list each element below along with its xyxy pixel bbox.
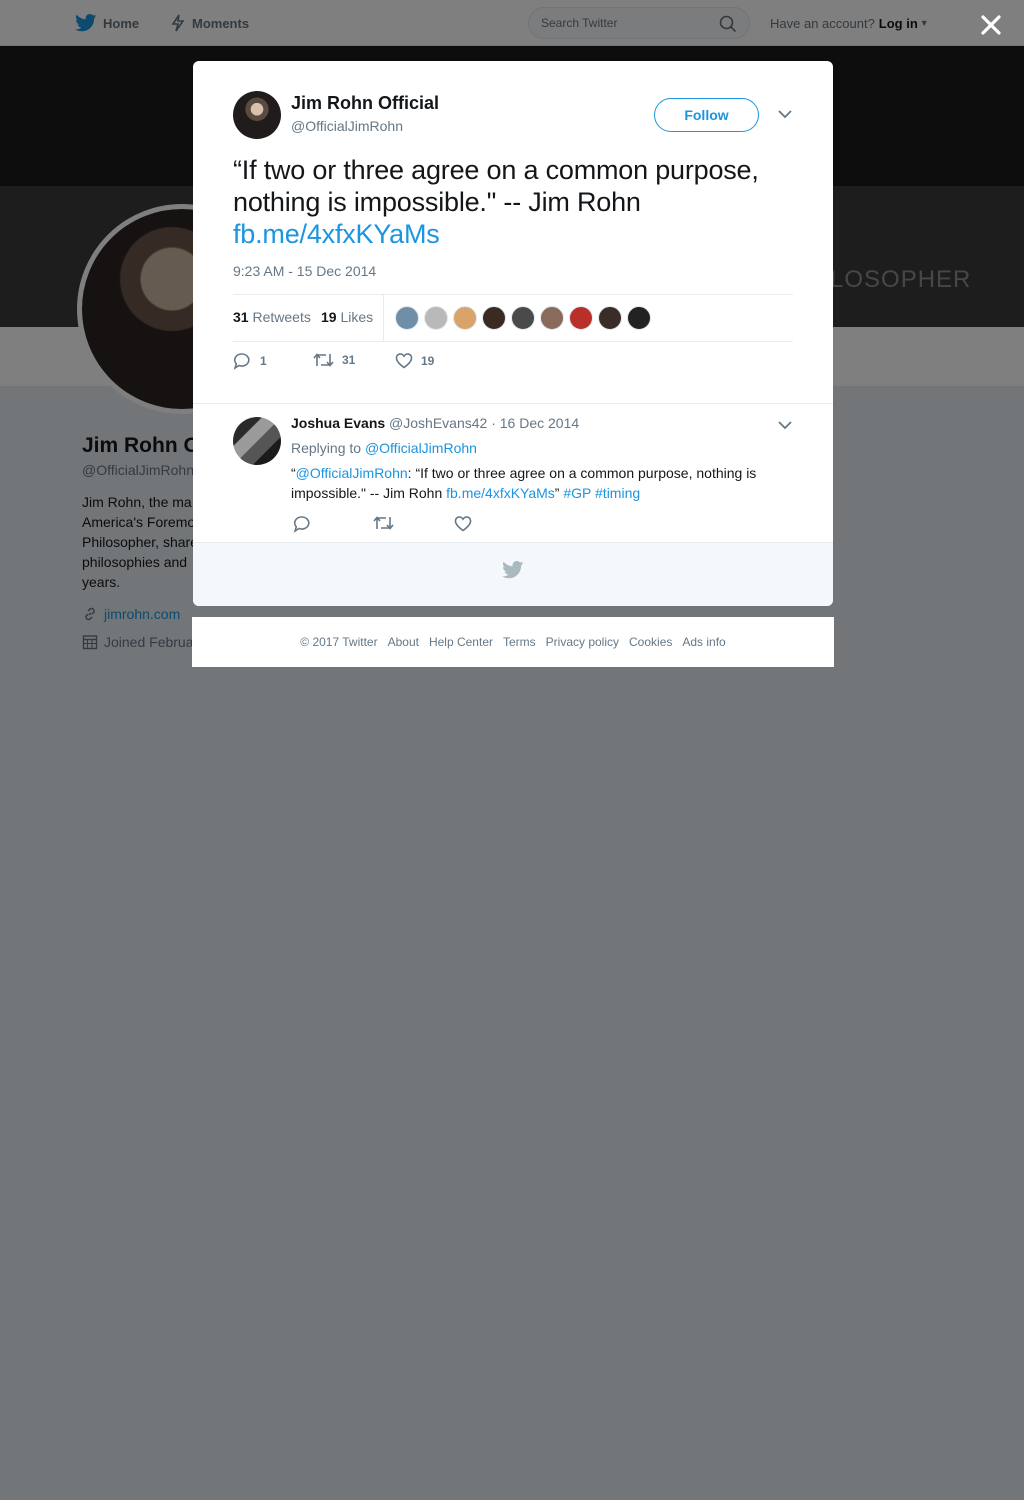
like-count: 19 [321, 309, 337, 325]
reply-action[interactable]: 1 [233, 352, 267, 370]
hashtag-gp[interactable]: #GP [563, 485, 591, 501]
reply-author-handle[interactable]: @JoshEvans42 [389, 415, 487, 431]
footer-link-cookies[interactable]: Cookies [629, 635, 672, 649]
reply-author-avatar[interactable] [233, 417, 281, 465]
footer-link-about[interactable]: About [388, 635, 419, 649]
footer-link-privacy[interactable]: Privacy policy [546, 635, 619, 649]
liker-avatar[interactable] [627, 306, 651, 330]
chevron-down-icon[interactable] [778, 420, 792, 430]
tweet-timestamp[interactable]: 9:23 AM - 15 Dec 2014 [233, 263, 376, 279]
like-label: Likes [340, 309, 374, 325]
reply-text: “@OfficialJimRohn: “If two or three agre… [291, 463, 781, 503]
liker-avatar[interactable] [395, 306, 419, 330]
tweet-link[interactable]: fb.me/4xfxKYaMs [233, 219, 440, 249]
retweet-label: Retweets [252, 309, 311, 325]
heart-icon[interactable] [454, 515, 472, 532]
tweet-text-body: “If two or three agree on a common purpo… [233, 155, 759, 217]
stats-divider [383, 295, 384, 342]
liker-avatar[interactable] [424, 306, 448, 330]
tweet-text: “If two or three agree on a common purpo… [233, 154, 798, 250]
footer-link-terms[interactable]: Terms [503, 635, 536, 649]
reply-tweet[interactable]: Joshua Evans @JoshEvans42 · 16 Dec 2014 … [193, 403, 833, 542]
close-icon[interactable] [978, 12, 1004, 38]
tweet-author-handle[interactable]: @OfficialJimRohn [291, 118, 403, 134]
liker-avatar[interactable] [482, 306, 506, 330]
liker-avatars [395, 306, 656, 330]
retweet-count: 31 [233, 309, 249, 325]
retweet-icon [313, 353, 334, 367]
chevron-down-icon[interactable] [778, 109, 792, 119]
replying-to: Replying to @OfficialJimRohn [291, 440, 477, 456]
liker-avatar[interactable] [569, 306, 593, 330]
liker-avatar[interactable] [511, 306, 535, 330]
liker-avatar[interactable] [453, 306, 477, 330]
modal-footer [193, 542, 833, 606]
hashtag-timing[interactable]: #timing [595, 485, 640, 501]
footer-link-help-center[interactable]: Help Center [429, 635, 493, 649]
footer-link-ads-info[interactable]: Ads info [682, 635, 725, 649]
tweet-author-name[interactable]: Jim Rohn Official [291, 93, 439, 114]
footer-copyright: © 2017 Twitter [300, 635, 378, 649]
like-action[interactable]: 19 [395, 352, 434, 369]
like-stat[interactable]: 19 Likes [321, 309, 373, 325]
retweet-stat[interactable]: 31 Retweets [233, 309, 311, 325]
replying-to-link[interactable]: @OfficialJimRohn [365, 440, 477, 456]
reply-author-name[interactable]: Joshua Evans [291, 415, 385, 431]
retweet-action[interactable]: 31 [313, 352, 355, 368]
tweet-modal: Jim Rohn Official @OfficialJimRohn Follo… [193, 61, 833, 606]
tweet-stats: 31 Retweets 19 Likes [233, 294, 793, 342]
reply-icon [233, 353, 250, 370]
reply-mention-link[interactable]: @OfficialJimRohn [296, 465, 408, 481]
reply-icon[interactable] [293, 515, 312, 533]
tweet-actions: 1 31 19 [233, 352, 793, 376]
reply-date[interactable]: · 16 Dec 2014 [491, 415, 579, 431]
tweet-author-avatar[interactable] [233, 91, 281, 139]
reply-quote-close: ” [554, 485, 560, 501]
follow-button[interactable]: Follow [654, 98, 759, 132]
like-action-count: 19 [421, 353, 435, 368]
liker-avatar[interactable] [598, 306, 622, 330]
reply-count: 1 [260, 354, 267, 368]
twitter-bird-icon [502, 561, 524, 579]
reply-link[interactable]: fb.me/4xfxKYaMs [446, 485, 555, 501]
replying-prefix: Replying to [291, 440, 362, 456]
retweet-action-count: 31 [342, 353, 356, 367]
retweet-icon[interactable] [373, 515, 394, 531]
reply-header: Joshua Evans @JoshEvans42 · 16 Dec 2014 [291, 415, 579, 431]
liker-avatar[interactable] [540, 306, 564, 330]
page-footer: © 2017 Twitter About Help Center Terms P… [192, 617, 834, 667]
heart-icon [395, 353, 413, 369]
